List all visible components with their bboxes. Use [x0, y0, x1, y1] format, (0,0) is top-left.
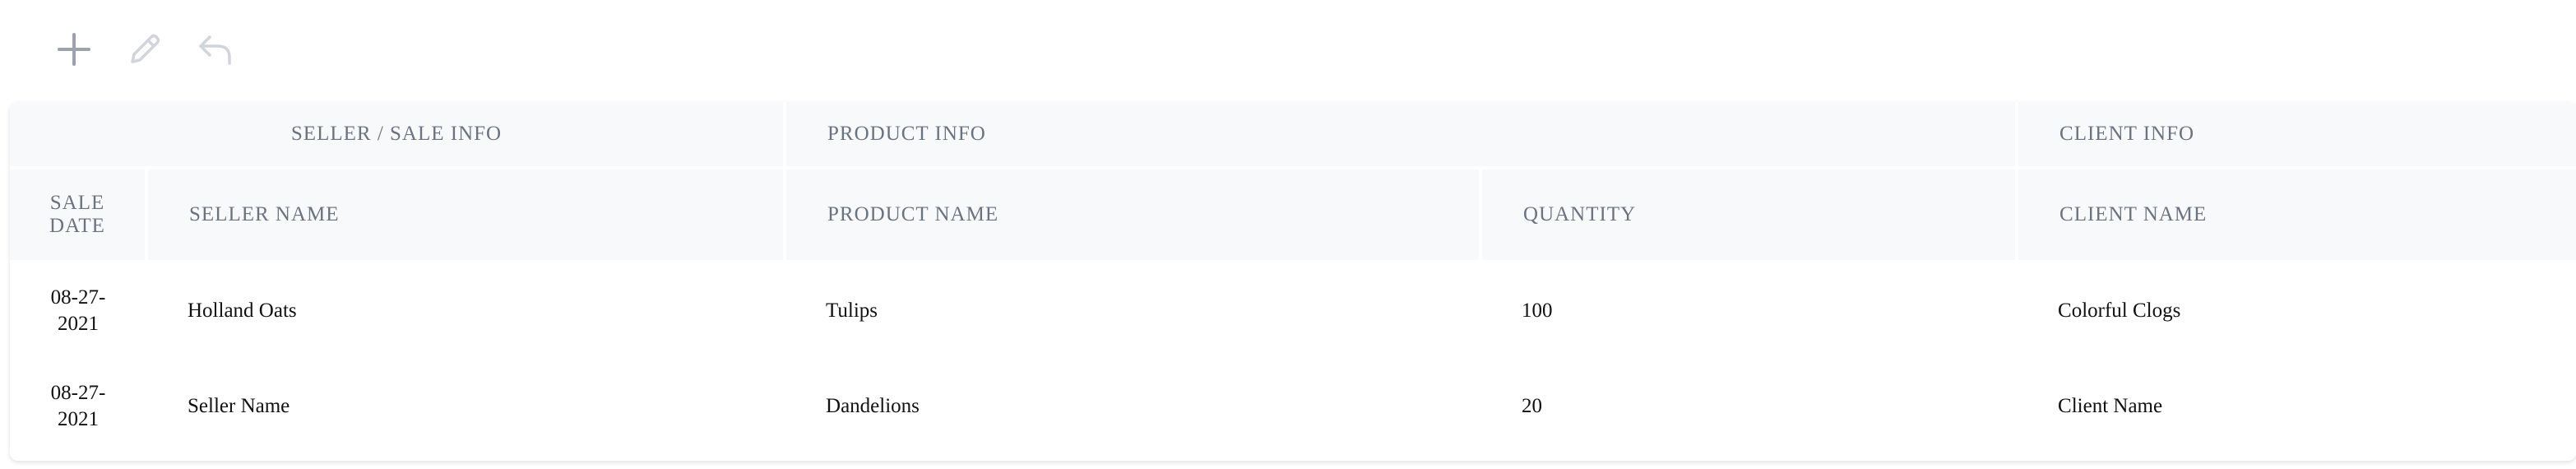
toolbar — [48, 23, 242, 76]
cell-seller-name[interactable]: Seller Name — [146, 359, 785, 454]
cell-client-name[interactable]: Colorful Clogs — [2017, 262, 2576, 359]
group-header-seller: SELLER / SALE INFO — [10, 102, 787, 169]
group-header-client: CLIENT INFO — [2017, 102, 2576, 169]
column-header-sale-date[interactable]: SALE DATE — [10, 168, 148, 263]
table-row[interactable]: 08-27-2021 Seller Name Dandelions 20 Cli… — [10, 359, 2576, 454]
undo-button[interactable] — [189, 23, 242, 76]
cell-quantity[interactable]: 100 — [1480, 262, 2017, 359]
cell-seller-name[interactable]: Holland Oats — [146, 262, 785, 359]
group-header-row: SELLER / SALE INFO PRODUCT INFO CLIENT I… — [10, 102, 2576, 169]
table-row[interactable]: 08-27-2021 Holland Oats Tulips 100 Color… — [10, 262, 2576, 359]
edit-button[interactable] — [118, 23, 171, 76]
sales-table: SELLER / SALE INFO PRODUCT INFO CLIENT I… — [10, 102, 2576, 454]
sale-date-value: 08-27-2021 — [50, 382, 106, 430]
column-header-row: SALE DATE SELLER NAME PRODUCT NAME QUANT… — [10, 168, 2576, 263]
column-header-quantity[interactable]: QUANTITY — [1480, 168, 2019, 263]
sales-table-card: SELLER / SALE INFO PRODUCT INFO CLIENT I… — [10, 102, 2576, 461]
cell-product-name[interactable]: Tulips — [785, 262, 1480, 359]
cell-sale-date[interactable]: 08-27-2021 — [10, 359, 146, 454]
pencil-icon — [131, 34, 160, 63]
cell-sale-date[interactable]: 08-27-2021 — [10, 262, 146, 359]
cell-product-name[interactable]: Dandelions — [785, 359, 1480, 454]
column-header-seller-name[interactable]: SELLER NAME — [146, 168, 787, 263]
undo-icon — [199, 35, 231, 65]
plus-icon — [58, 33, 90, 66]
cell-client-name[interactable]: Client Name — [2017, 359, 2576, 454]
sale-date-value: 08-27-2021 — [50, 286, 106, 335]
column-header-product-name[interactable]: PRODUCT NAME — [785, 168, 1483, 263]
column-header-client-name[interactable]: CLIENT NAME — [2017, 168, 2576, 263]
add-button[interactable] — [48, 23, 100, 76]
cell-quantity[interactable]: 20 — [1480, 359, 2017, 454]
group-header-product: PRODUCT INFO — [785, 102, 2019, 169]
